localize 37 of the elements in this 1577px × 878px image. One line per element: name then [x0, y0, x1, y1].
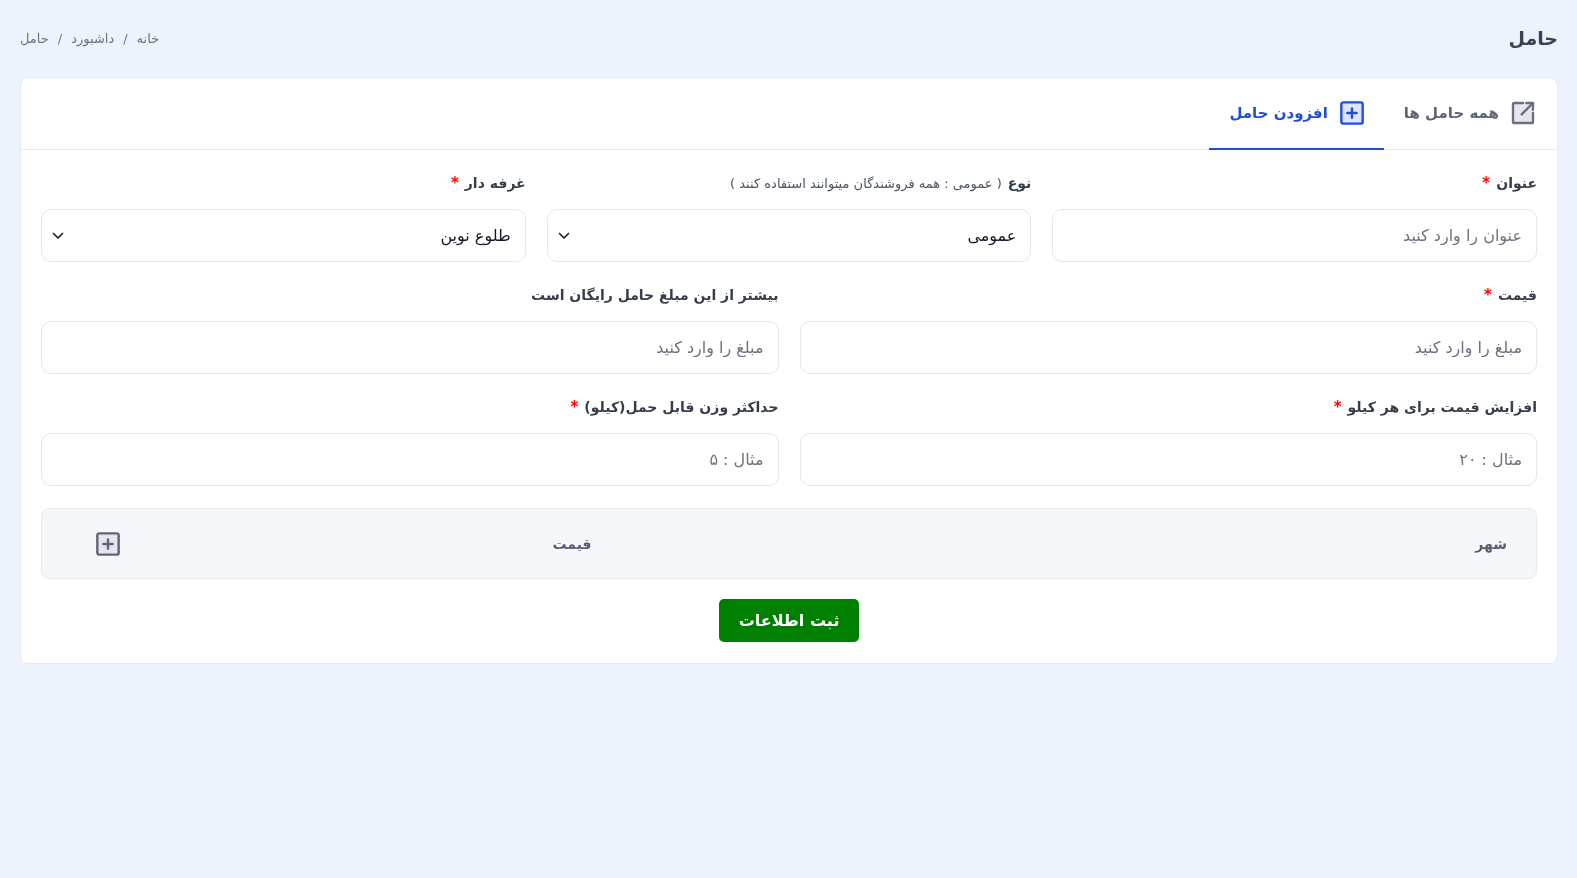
- input-field[interactable]: عنوان را وارد کنید: [1052, 209, 1537, 262]
- dropdown-field[interactable]: عمومی: [546, 209, 1032, 262]
- breadcrumb-separator: /: [123, 30, 128, 46]
- required-asterisk: *: [1333, 398, 1342, 416]
- breadcrumb-current: حامل: [20, 30, 49, 46]
- field-label: قیمت: [1497, 287, 1537, 303]
- submit-button[interactable]: ثبت اطلاعات: [718, 599, 860, 642]
- input-field[interactable]: مبلغ را وارد کنید: [41, 321, 779, 374]
- field-label: بیشتر از این مبلغ حامل رایگان است: [531, 287, 779, 303]
- input-field[interactable]: مبلغ را وارد کنید: [799, 321, 1537, 374]
- plus-square-icon: [1339, 101, 1364, 125]
- required-asterisk: *: [570, 398, 579, 416]
- tab[interactable]: همه حامل ها: [1383, 78, 1555, 150]
- add-row-button[interactable]: [96, 531, 120, 556]
- field-label: نوع: [1007, 175, 1032, 191]
- tab[interactable]: افزودن حامل: [1209, 78, 1384, 150]
- chevron-down-icon: [52, 231, 64, 240]
- chevron-down-icon: [557, 231, 570, 240]
- plus-square-icon: [96, 531, 120, 556]
- required-asterisk: *: [450, 174, 459, 192]
- required-asterisk: *: [1484, 286, 1492, 304]
- breadcrumb-link[interactable]: داشبورد: [71, 30, 115, 46]
- field-label: افزایش قیمت برای هر کیلو: [1347, 399, 1537, 415]
- dropdown-field[interactable]: طلوع نوین: [41, 209, 526, 262]
- breadcrumb-separator: /: [57, 30, 63, 46]
- column-header: قیمت: [552, 535, 592, 552]
- page-title: حامل: [1508, 27, 1558, 49]
- field-label: غرفه دار: [464, 175, 526, 191]
- field-label: عنوان: [1496, 175, 1537, 191]
- input-field[interactable]: مثال : ۵: [41, 433, 779, 486]
- column-header: شهر: [1475, 535, 1507, 552]
- breadcrumb-link[interactable]: خانه: [136, 30, 160, 46]
- field-label: حداکثر وزن قابل حمل(کیلو): [584, 399, 779, 415]
- required-asterisk: *: [1482, 174, 1491, 192]
- field-hint: ( عمومی : همه فروشندگان میتوانند استفاده کنند ): [730, 175, 1002, 191]
- input-field[interactable]: مثال : ۲۰: [799, 433, 1537, 486]
- external-link-icon: [1511, 101, 1535, 125]
